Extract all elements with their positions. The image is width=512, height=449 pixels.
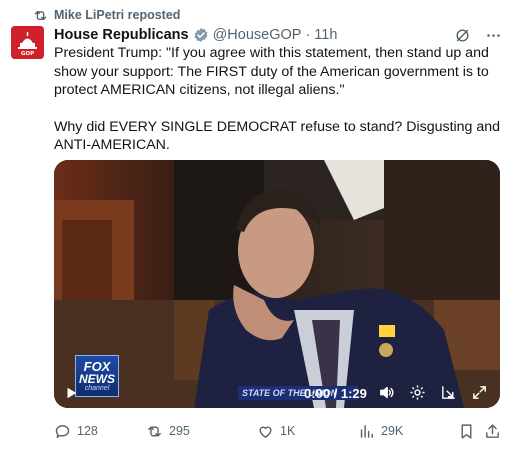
reply-button[interactable]: 128 xyxy=(54,423,98,440)
more-options-icon[interactable] xyxy=(485,27,502,44)
video-frame xyxy=(54,160,500,408)
bookmark-button[interactable] xyxy=(458,423,475,440)
author-handle[interactable]: @HouseGOP xyxy=(213,27,302,43)
heart-icon xyxy=(259,426,272,438)
tweet-time[interactable]: 11h xyxy=(314,27,337,43)
fullscreen-icon[interactable] xyxy=(471,384,488,401)
share-icon xyxy=(486,423,499,438)
repost-button[interactable]: 295 xyxy=(146,423,190,440)
video-player[interactable]: FOX NEWS channel STATE OF THE UNION 0:00… xyxy=(54,160,500,408)
logo-line: FOX xyxy=(83,358,111,374)
views-icon xyxy=(360,424,373,438)
author-name[interactable]: House Republicans xyxy=(54,27,189,43)
tweet-actions: 128 295 1K 29K xyxy=(54,420,500,442)
repost-icon xyxy=(34,10,47,20)
tweet-paragraph: President Trump: "If you agree with this… xyxy=(54,45,489,98)
grok-icon[interactable] xyxy=(454,27,471,44)
gop-capitol-logo: GOP xyxy=(11,26,44,59)
video-controls: 0:00 / 1:29 xyxy=(54,378,500,408)
tweet-paragraph: Why did EVERY SINGLE DEMOCRAT refuse to … xyxy=(54,118,501,154)
repost-context[interactable]: Mike LiPetri reposted xyxy=(33,6,180,24)
bookmark-icon xyxy=(461,423,472,439)
settings-icon[interactable] xyxy=(409,384,426,401)
like-button[interactable]: 1K xyxy=(257,423,295,440)
video-time: 0:00 / 1:29 xyxy=(304,385,367,401)
avatar-label: GOP xyxy=(21,51,34,57)
repost-count: 295 xyxy=(169,424,190,438)
like-count: 1K xyxy=(280,424,296,438)
tweet-text: President Trump: "If you agree with this… xyxy=(54,44,504,155)
tweet-header: House Republicans @HouseGOP · 11h xyxy=(54,24,502,46)
reply-icon xyxy=(55,424,70,438)
repost-icon xyxy=(148,426,161,436)
play-button[interactable] xyxy=(64,386,78,400)
view-count: 29K xyxy=(381,424,404,438)
avatar[interactable]: GOP xyxy=(11,26,44,59)
volume-icon[interactable] xyxy=(378,384,395,401)
time-separator: · xyxy=(305,27,311,43)
share-button[interactable] xyxy=(484,423,501,440)
reply-count: 128 xyxy=(77,424,98,438)
verified-badge-icon xyxy=(193,27,209,43)
pip-icon[interactable] xyxy=(440,384,457,401)
play-icon xyxy=(67,387,77,399)
repost-label: Mike LiPetri reposted xyxy=(54,8,181,22)
views-button[interactable]: 29K xyxy=(358,423,403,440)
